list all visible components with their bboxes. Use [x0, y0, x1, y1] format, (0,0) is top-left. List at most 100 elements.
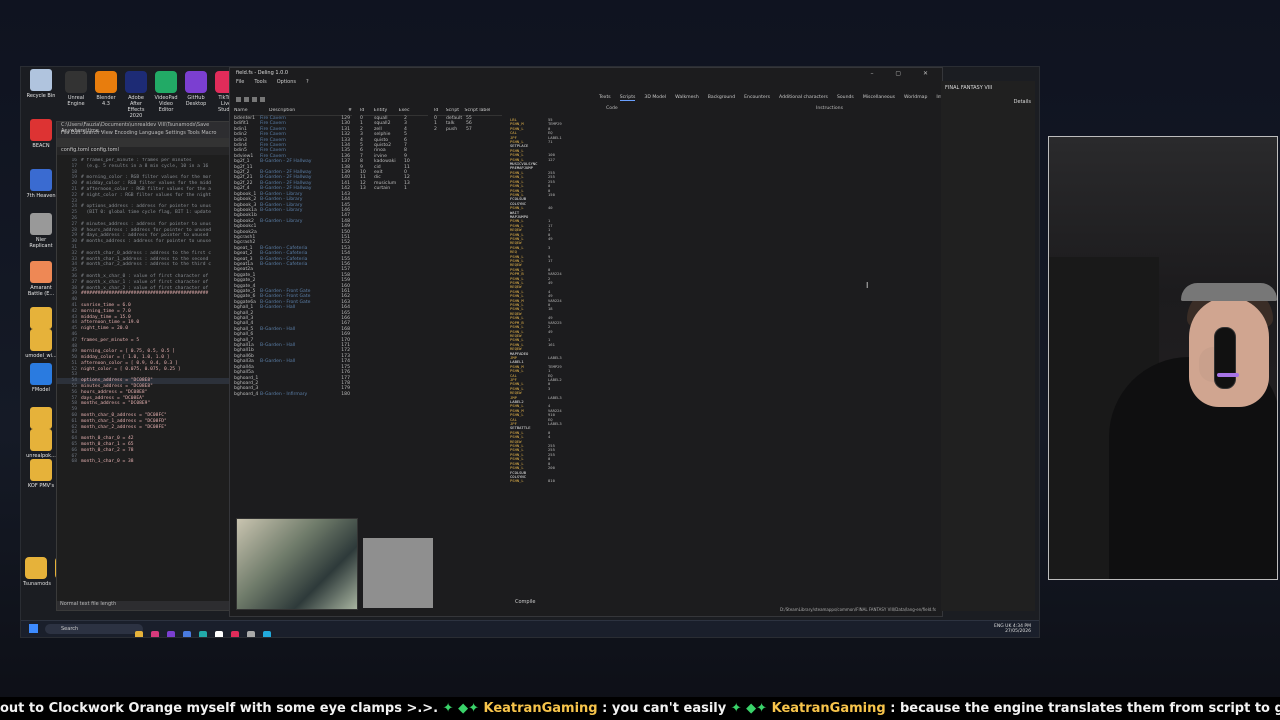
taskbar-app-icon[interactable] — [183, 631, 191, 637]
app-icon — [185, 71, 207, 93]
entity-id: 4 — [360, 137, 363, 143]
editor-toolbar[interactable] — [57, 138, 232, 147]
menu-item-help[interactable]: ? — [306, 79, 309, 85]
file-path: D:/SteamLibrary/steamapps/common/FINAL F… — [779, 607, 936, 612]
tab-additional-characters[interactable]: Additional characters — [779, 95, 828, 100]
tab-instructions[interactable]: Instructions — [816, 106, 843, 111]
desktop-icon[interactable]: BEACN — [25, 119, 57, 149]
editor-tabs[interactable]: config.toml config.toml — [57, 147, 232, 155]
desktop-icon[interactable]: Nier Replicant — [25, 213, 57, 249]
field-name: bghall_2 — [234, 310, 254, 316]
editor-code-area[interactable]: 16 # frames_per_minute : frames per minut… — [57, 158, 232, 600]
field-description: B-Garden - Hall — [260, 326, 296, 332]
taskbar-app-icon[interactable] — [199, 631, 207, 637]
tab-scripts[interactable]: Scripts — [619, 95, 636, 101]
column-script-id[interactable]: Id — [434, 108, 438, 113]
code-text: # months_address : address for pointer t… — [81, 239, 211, 245]
deling-menu-bar: File Tools Options? — [230, 78, 942, 87]
desktop-icon[interactable] — [25, 407, 57, 431]
code-text: # month_x_char_1 : value of first charac… — [81, 279, 209, 285]
column-description[interactable]: Description — [269, 108, 295, 113]
desktop-icon[interactable]: Adobe After Effects 2020 — [123, 71, 149, 119]
column-entity[interactable]: Entity — [374, 108, 387, 113]
taskbar-app-icon[interactable] — [263, 631, 271, 637]
field-name: bghall3a — [234, 359, 254, 365]
desktop-icon[interactable]: unrealpok... — [25, 429, 57, 459]
column-exec[interactable]: Exec — [399, 108, 410, 113]
compile-button[interactable]: Compile — [515, 599, 535, 605]
field-name: bgbookc1 — [234, 224, 257, 230]
desktop-icon[interactable] — [25, 307, 57, 331]
desktop-icon[interactable]: 7th Heaven — [25, 169, 57, 199]
field-name: bg2f_21 — [234, 175, 253, 181]
column-id[interactable]: Id — [360, 108, 364, 113]
code-text: morning_time = 7.0 — [81, 308, 131, 314]
desktop-icon-label: Nier Replicant — [29, 237, 53, 249]
taskbar-app-icon[interactable] — [135, 631, 143, 637]
taskbar-app-icon[interactable] — [151, 631, 159, 637]
window-controls[interactable]: – ▢ ✕ — [870, 69, 938, 79]
chat-username: KeatranGaming — [483, 701, 598, 716]
field-list[interactable]: Name Description # bdenter1 Fire Cavern 12… — [234, 108, 352, 488]
details-button[interactable]: Details — [941, 95, 1035, 109]
taskbar-app-icon[interactable] — [167, 631, 175, 637]
menu-item-options[interactable]: Options — [277, 79, 296, 85]
tab-worldmap[interactable]: Worldmap — [904, 95, 927, 100]
menu-item-tools[interactable]: Tools — [254, 79, 266, 85]
table-row[interactable]: bghoard_4 B-Garden - Infirmary 180 — [234, 392, 352, 397]
windows-start-icon[interactable] — [29, 624, 38, 633]
desktop-icon[interactable]: GitHub Desktop — [183, 71, 209, 107]
tab-sounds[interactable]: Sounds — [837, 95, 854, 100]
field-name: bgeat2a — [234, 267, 254, 273]
code-text: # options_address : address for pointer … — [81, 204, 211, 210]
opcode-arg: 18 — [548, 306, 553, 312]
taskbar-app-icon[interactable] — [215, 631, 223, 637]
clock-date[interactable]: 27/05/2026 — [1005, 629, 1031, 634]
column-name[interactable]: Name — [234, 108, 248, 113]
field-description: B-Garden - Cafeteria — [260, 261, 308, 267]
column-script-label[interactable]: Script label — [465, 108, 491, 113]
desktop-icon[interactable]: VideoPad Video Editor — [153, 71, 179, 113]
desktop-icon-label: KOF PMV's — [27, 483, 55, 489]
desktop-icon[interactable]: Blender 4.3 — [93, 71, 119, 107]
tab-3d-model[interactable]: 3D Model — [644, 95, 666, 100]
webcam-overlay — [1048, 136, 1278, 580]
taskbar-app-icon[interactable] — [231, 631, 239, 637]
desktop-icon[interactable]: Amarant Battle (E... — [25, 261, 57, 297]
chat-username: KeatranGaming — [771, 701, 886, 716]
code-text: # afternoon_color : RGB filter values fo… — [81, 186, 211, 192]
tab-texts[interactable]: Texts — [599, 95, 611, 100]
taskbar-search[interactable]: Search — [45, 624, 143, 634]
table-row[interactable]: 13 curtain 1 — [360, 186, 428, 191]
column-number[interactable]: # — [348, 108, 352, 113]
desktop-icon[interactable]: Recycle Bin — [25, 69, 57, 99]
desktop-icon[interactable]: umodel_wi... — [25, 329, 57, 359]
field-name: bggate_6 — [234, 294, 256, 300]
code-text: # month_char_1_address : address to the … — [81, 256, 209, 262]
opcode-arg: 49 — [548, 235, 553, 241]
script-code-editor[interactable]: LBL 55 PSHN_M TEMP29 PSHN_L 0 CAL EQ JPF LABEL1 PS… — [510, 118, 650, 598]
tab-background[interactable]: Background — [708, 95, 735, 100]
app-icon — [125, 71, 147, 93]
tab-miscellaneous[interactable]: Miscellaneous — [863, 95, 895, 100]
menu-item-file[interactable]: File — [236, 79, 244, 85]
column-script[interactable]: Script — [446, 108, 459, 113]
system-tray[interactable]: ENG UK 4:34 PM 27/05/2026 — [994, 624, 1031, 634]
tab-code[interactable]: Code — [606, 106, 618, 111]
entity-list[interactable]: Id Entity Exec 0 squall 2 1 squall2 3 2 zell 4 3 s… — [360, 108, 428, 228]
table-row[interactable]: 2 push 57 — [434, 127, 502, 132]
field-name: bgeat_1 — [234, 245, 253, 251]
desktop-icon[interactable]: KOF PMV's — [25, 459, 57, 489]
tab-encounters[interactable]: Encounters — [744, 95, 770, 100]
app-icon — [30, 329, 52, 351]
tab-walkmesh[interactable]: Walkmesh — [675, 95, 699, 100]
desktop-icon[interactable]: Unreal Engine — [63, 71, 89, 107]
editor-menu[interactable]: File Edit Search View Encoding Language … — [57, 130, 232, 138]
folder-icon[interactable]: Tsunamods — [23, 557, 51, 587]
field-name: bgcrash2 — [234, 240, 256, 246]
app-icon — [30, 169, 52, 191]
desktop-icon[interactable]: FModel — [25, 363, 57, 393]
script-list[interactable]: Id Script Script label 0 default 55 1 talk 56… — [434, 108, 502, 168]
taskbar-app-icon[interactable] — [247, 631, 255, 637]
app-icon — [65, 71, 87, 93]
